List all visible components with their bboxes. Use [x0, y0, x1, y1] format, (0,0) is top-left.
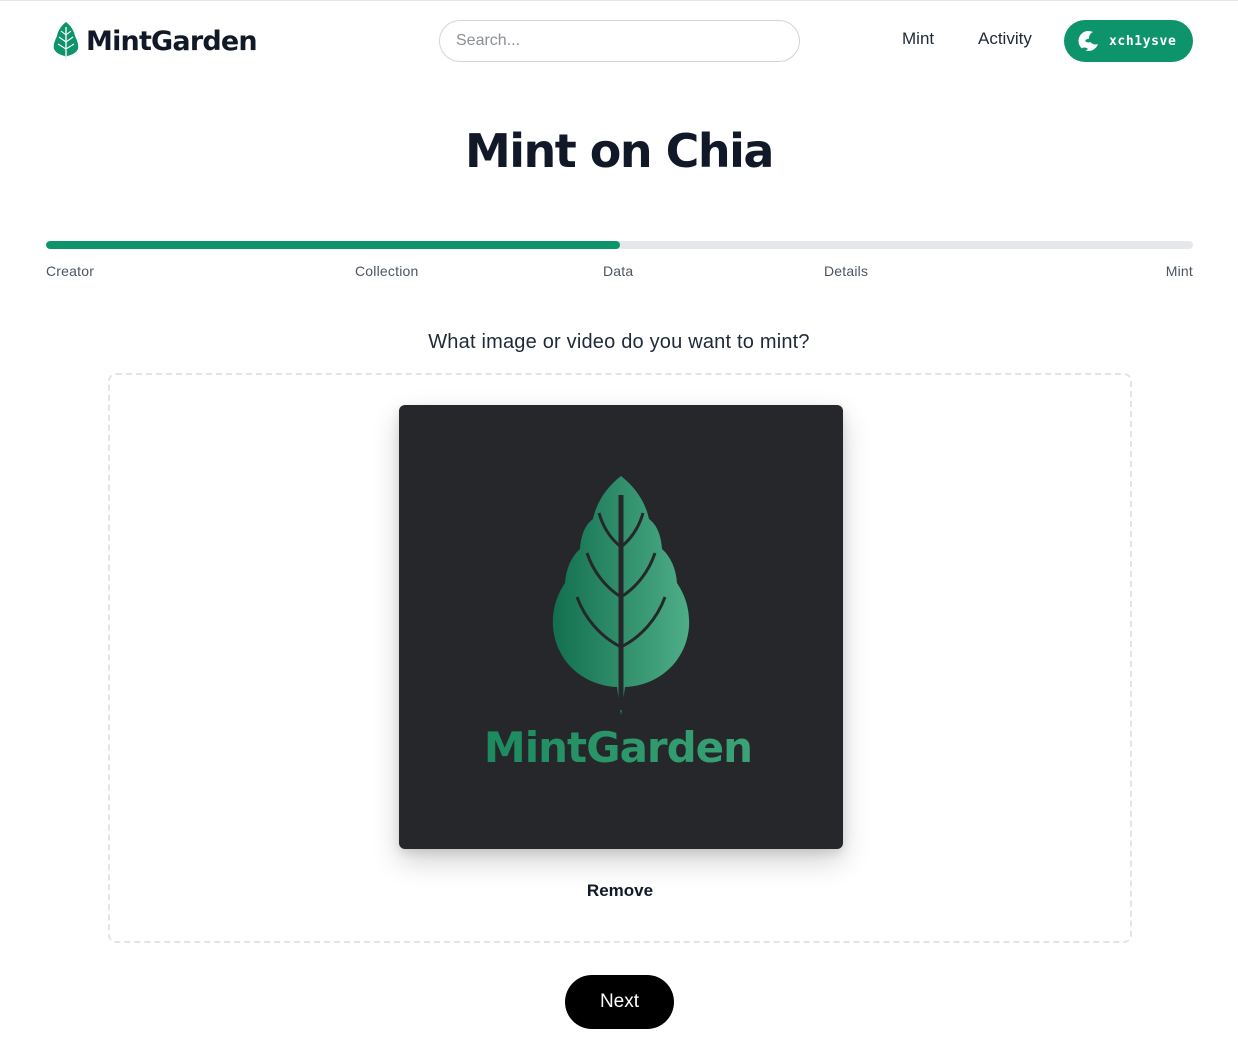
nav-link-mint[interactable]: Mint	[902, 29, 934, 49]
page-title: Mint on Chia	[465, 124, 774, 178]
upload-question: What image or video do you want to mint?	[428, 331, 810, 353]
upload-dropzone[interactable]: MintGarden Remove	[108, 373, 1132, 943]
preview-wordmark: MintGarden	[484, 723, 752, 772]
step-collection: Collection	[355, 263, 419, 279]
progress-bar	[46, 241, 1193, 249]
mintgarden-preview-image: MintGarden	[484, 476, 753, 772]
remove-button[interactable]: Remove	[110, 881, 1130, 901]
wallet-avatar-icon	[1078, 30, 1098, 51]
step-details: Details	[824, 263, 869, 279]
step-mint: Mint	[1165, 263, 1193, 279]
logo-wordmark: MintGarden	[86, 25, 258, 57]
nav-link-activity[interactable]: Activity	[978, 29, 1032, 49]
next-button[interactable]: Next	[565, 975, 674, 1029]
site-header: MintGarden Mint Activity xch1ysve	[0, 1, 1238, 81]
search-input[interactable]	[439, 20, 800, 62]
step-data: Data	[603, 263, 634, 279]
image-preview: MintGarden	[399, 405, 843, 849]
leaf-icon	[53, 22, 79, 60]
wallet-address: xch1ysve	[1109, 33, 1177, 49]
step-creator: Creator	[46, 263, 95, 279]
wallet-button[interactable]: xch1ysve	[1064, 20, 1193, 62]
progress-fill	[46, 241, 620, 249]
logo-link[interactable]: MintGarden	[52, 21, 258, 61]
